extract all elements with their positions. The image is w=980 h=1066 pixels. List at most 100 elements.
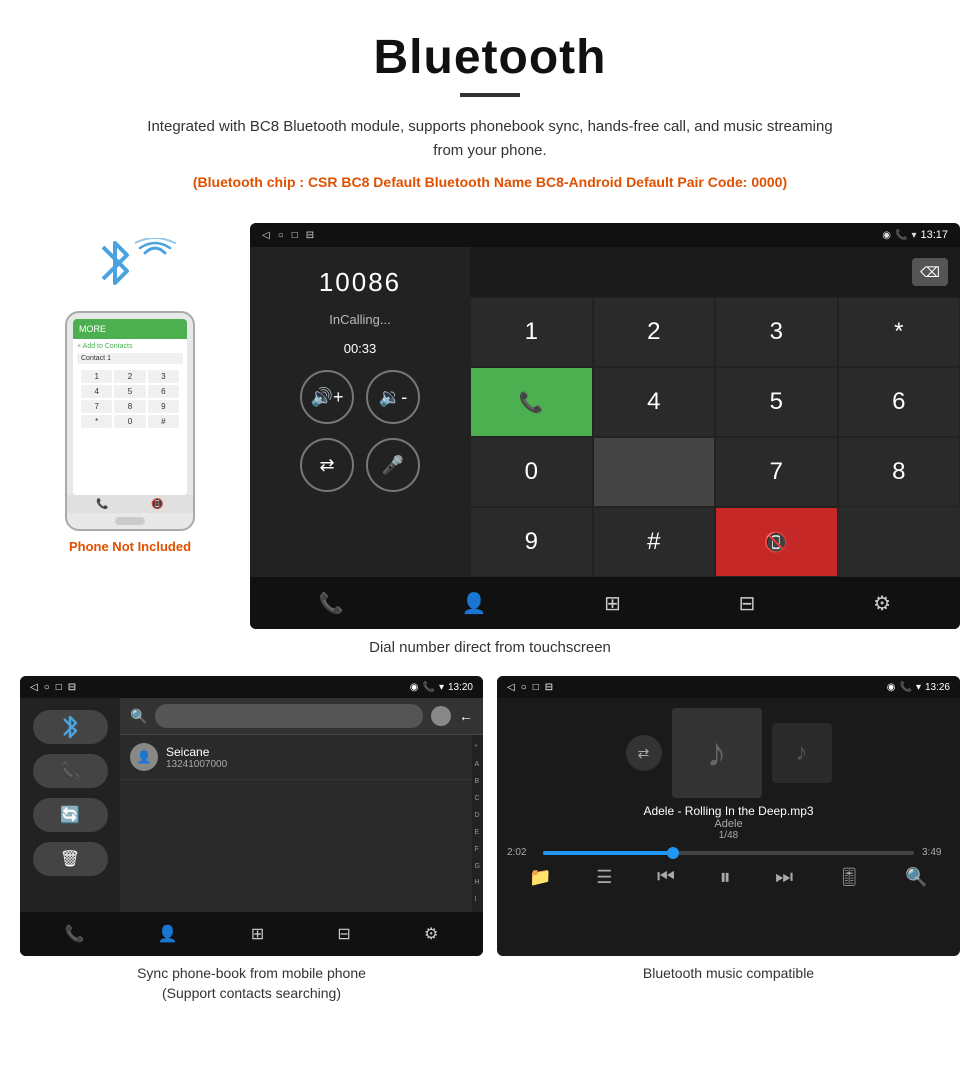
num-3[interactable]: 3	[715, 297, 838, 367]
phone-mockup: MORE + Add to Contacts Contact 1 123 456…	[65, 311, 195, 531]
pb-contact-item[interactable]: 👤 Seicane 13241007000	[120, 735, 472, 780]
dial-body: 10086 InCalling... 00:33 🔊+ 🔉- ⇄ 🎤	[250, 247, 960, 577]
ms-eq-icon[interactable]: 🎚	[838, 867, 861, 888]
pb-phone-tab[interactable]: 📞	[65, 924, 85, 944]
settings-tab-icon[interactable]: ⚙	[873, 591, 891, 616]
phone-not-included-label: Phone Not Included	[69, 539, 191, 554]
pb-back-arrow[interactable]: ←	[459, 708, 473, 724]
end-call-btn[interactable]: 📵	[715, 507, 838, 577]
transfer-btn[interactable]: ⇄	[300, 438, 354, 492]
ms-call-icon: 📞	[899, 682, 911, 693]
pb-bluetooth-btn[interactable]	[33, 710, 108, 744]
pb-contact-avatar: 👤	[130, 743, 158, 771]
dial-left-panel: 10086 InCalling... 00:33 🔊+ 🔉- ⇄ 🎤	[250, 247, 470, 577]
call-btn-2[interactable]	[593, 437, 716, 507]
phone-side: MORE + Add to Contacts Contact 1 123 456…	[20, 223, 240, 554]
dial-statusbar: ◁ ○ □ ⊟ ◉ 📞 ▾ 13:17	[250, 223, 960, 247]
ms-time-elapsed: 2:02	[507, 847, 535, 858]
ms-recents-icon: □	[533, 682, 539, 693]
contacts-tab-icon[interactable]: 👤	[462, 591, 487, 616]
ms-folder-icon[interactable]: 📁	[529, 867, 551, 888]
title-underline	[460, 93, 520, 97]
call-icon: 📞	[895, 230, 907, 241]
menu-icon: ⊟	[306, 230, 314, 241]
pb-contact-info: Seicane 13241007000	[166, 745, 227, 770]
num-0[interactable]: 0	[470, 437, 593, 507]
pb-sync-btn[interactable]: 🔄	[33, 798, 108, 832]
pb-contacts-list: 👤 Seicane 13241007000	[120, 735, 472, 912]
phone-tab-icon[interactable]: 📞	[319, 591, 344, 616]
pb-contact-name: Seicane	[166, 745, 227, 759]
bottom-screenshots: ◁ ○ □ ⊟ ◉ 📞 ▾ 13:20	[20, 676, 960, 1003]
phone-screen-bar: MORE	[73, 319, 187, 339]
pb-dialpad-tab[interactable]: ⊞	[251, 924, 264, 944]
main-content: MORE + Add to Contacts Contact 1 123 456…	[0, 223, 980, 1003]
ms-shuffle-area: ⇄	[626, 735, 662, 771]
dial-caption: Dial number direct from touchscreen	[20, 639, 960, 656]
phone-keypad: 123 456 789 *0#	[77, 366, 183, 432]
phone-contact-row: Contact 1	[77, 353, 183, 364]
phone-home-btn	[115, 517, 145, 525]
dial-controls2: ⇄ 🎤	[300, 438, 420, 492]
num-hash[interactable]: #	[593, 507, 716, 577]
ms-song-name: Adele - Rolling In the Deep.mp3	[643, 804, 813, 818]
num-6[interactable]: 6	[838, 367, 961, 437]
dial-status: InCalling...	[329, 312, 390, 327]
gps-icon: ◉	[882, 230, 891, 241]
ms-progress-fill	[543, 851, 673, 855]
ms-prev-icon[interactable]: ⏮	[657, 866, 675, 889]
page-title: Bluetooth	[60, 30, 920, 85]
ms-next-icon[interactable]: ⏭	[775, 866, 793, 889]
ms-search-icon[interactable]: 🔍	[905, 867, 927, 888]
dial-number: 10086	[319, 267, 401, 298]
ms-list-icon[interactable]: ☰	[596, 867, 612, 888]
mic-btn[interactable]: 🎤	[366, 438, 420, 492]
phone-screen-content: + Add to Contacts Contact 1 123 456 789 …	[73, 339, 187, 495]
status-time: 13:17	[920, 229, 948, 241]
dial-timer: 00:33	[344, 341, 377, 356]
pb-contacts-tab[interactable]: 👤	[158, 924, 178, 944]
num-2[interactable]: 2	[593, 297, 716, 367]
back-icon: ◁	[262, 230, 270, 241]
num-9[interactable]: 9	[470, 507, 593, 577]
backspace-btn[interactable]: ⌫	[912, 258, 948, 286]
dial-bottombar: 📞 👤 ⊞ ⊟ ⚙	[250, 577, 960, 629]
num-5[interactable]: 5	[715, 367, 838, 437]
num-4[interactable]: 4	[593, 367, 716, 437]
num-1[interactable]: 1	[470, 297, 593, 367]
dial-right-panel: ⌫ 1 2 3 * 📞 4 5 6 0 7 8	[470, 247, 960, 577]
call-btn[interactable]: 📞	[470, 367, 593, 437]
numpad: 1 2 3 * 📞 4 5 6 0 7 8 9 # 📵	[470, 297, 960, 577]
wifi-waves-icon	[135, 238, 185, 288]
ms-statusbar: ◁ ○ □ ⊟ ◉ 📞 ▾ 13:26	[497, 676, 960, 698]
pb-gps-icon: ◉	[410, 682, 419, 693]
ms-artist: Adele	[643, 818, 813, 830]
dialpad-tab-icon[interactable]: ⊞	[604, 591, 621, 616]
phonebook-screenshot-box: ◁ ○ □ ⊟ ◉ 📞 ▾ 13:20	[20, 676, 483, 1003]
bluetooth-tab-icon[interactable]: ⊟	[739, 591, 756, 616]
num-star[interactable]: *	[838, 297, 961, 367]
pb-back-icon: ◁	[30, 682, 38, 693]
ms-album-art-small: ♪	[772, 723, 832, 783]
pb-time: 13:20	[448, 682, 473, 693]
pb-search-input[interactable]	[155, 704, 423, 728]
num-7[interactable]: 7	[715, 437, 838, 507]
ms-time: 13:26	[925, 682, 950, 693]
pb-delete-btn[interactable]: 🗑	[33, 842, 108, 876]
wifi-icon: ▾	[911, 230, 916, 241]
pb-settings-tab[interactable]: ⚙	[424, 924, 438, 944]
page-header: Bluetooth Integrated with BC8 Bluetooth …	[0, 0, 980, 223]
phone-screen: MORE + Add to Contacts Contact 1 123 456…	[73, 319, 187, 495]
volume-down-btn[interactable]: 🔉-	[366, 370, 420, 424]
ms-gps-icon: ◉	[887, 682, 896, 693]
recents-icon: □	[292, 230, 298, 241]
num-8[interactable]: 8	[838, 437, 961, 507]
ms-controls-row: 📁 ☰ ⏮ ⏸ ⏭ 🎚 🔍	[507, 864, 950, 890]
volume-up-btn[interactable]: 🔊+	[300, 370, 354, 424]
ms-progress-bar[interactable]	[543, 851, 914, 855]
pb-alphabet-index: *ABCD EFGHI	[472, 735, 483, 912]
ms-play-pause-icon[interactable]: ⏸	[720, 864, 731, 890]
pb-bt-tab[interactable]: ⊟	[337, 924, 350, 944]
pb-phone-btn[interactable]: 📞	[33, 754, 108, 788]
phone-bottom-bar: 📞 📵	[67, 495, 193, 513]
